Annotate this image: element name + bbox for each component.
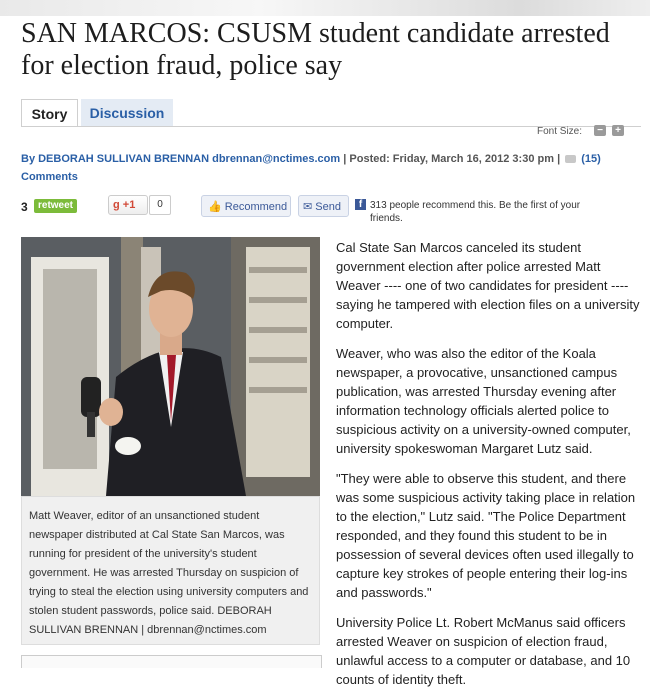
comment-bubble-icon: [565, 155, 577, 163]
send-bubble-icon: ✉: [303, 201, 313, 213]
facebook-icon: f: [355, 199, 366, 210]
article-paragraph: University Police Lt. Robert McManus sai…: [336, 615, 631, 687]
posted-date: Posted: Friday, March 16, 2012 3:30 pm: [349, 153, 554, 165]
facebook-recommend-button[interactable]: 👍 Recommend: [201, 195, 291, 217]
facebook-recommend-text: 313 people recommend this. Be the first …: [370, 200, 581, 224]
google-plus-count: 0: [149, 195, 171, 215]
font-size-decrease-button[interactable]: −: [594, 125, 606, 136]
related-box: [21, 655, 322, 668]
byline-separator-2: |: [557, 153, 561, 165]
facebook-send-button[interactable]: ✉ Send: [298, 195, 349, 217]
font-size-label: Font Size:: [537, 126, 583, 137]
google-plus-label: +1: [122, 199, 136, 211]
byline: By DEBORAH SULLIVAN BRENNAN dbrennan@nct…: [21, 150, 631, 186]
tab-story[interactable]: Story: [21, 99, 78, 127]
article-headline: SAN MARCOS: CSUSM student candidate arre…: [21, 18, 610, 81]
article-paragraph: "They were able to observe this student,…: [336, 471, 636, 600]
article-photo[interactable]: [21, 237, 320, 496]
google-plus-button[interactable]: g +1: [108, 195, 148, 215]
author-email-link[interactable]: dbrennan@nctimes.com: [212, 153, 340, 165]
retweet-count: 3: [21, 200, 28, 214]
article-body: Cal State San Marcos canceled its studen…: [336, 238, 644, 700]
photo-illustration: [21, 237, 320, 496]
retweet-button[interactable]: retweet: [34, 199, 78, 213]
author-link[interactable]: By DEBORAH SULLIVAN BRENNAN: [21, 153, 209, 165]
top-banner-strip: [0, 0, 650, 16]
article-paragraph: Cal State San Marcos canceled its studen…: [336, 240, 640, 331]
tab-discussion[interactable]: Discussion: [81, 99, 173, 127]
comments-link[interactable]: Comments: [21, 171, 78, 183]
byline-separator: |: [343, 153, 347, 165]
comments-count-link[interactable]: (15): [581, 153, 601, 165]
recommend-label: Recommend: [224, 201, 288, 213]
thumbs-up-icon: 👍: [208, 201, 222, 213]
article-paragraph: Weaver, who was also the editor of the K…: [336, 346, 631, 456]
google-g-icon: g: [113, 199, 120, 211]
photo-caption: Matt Weaver, editor of an unsanctioned s…: [21, 496, 320, 645]
send-label: Send: [315, 201, 341, 213]
font-size-increase-button[interactable]: +: [612, 125, 624, 136]
